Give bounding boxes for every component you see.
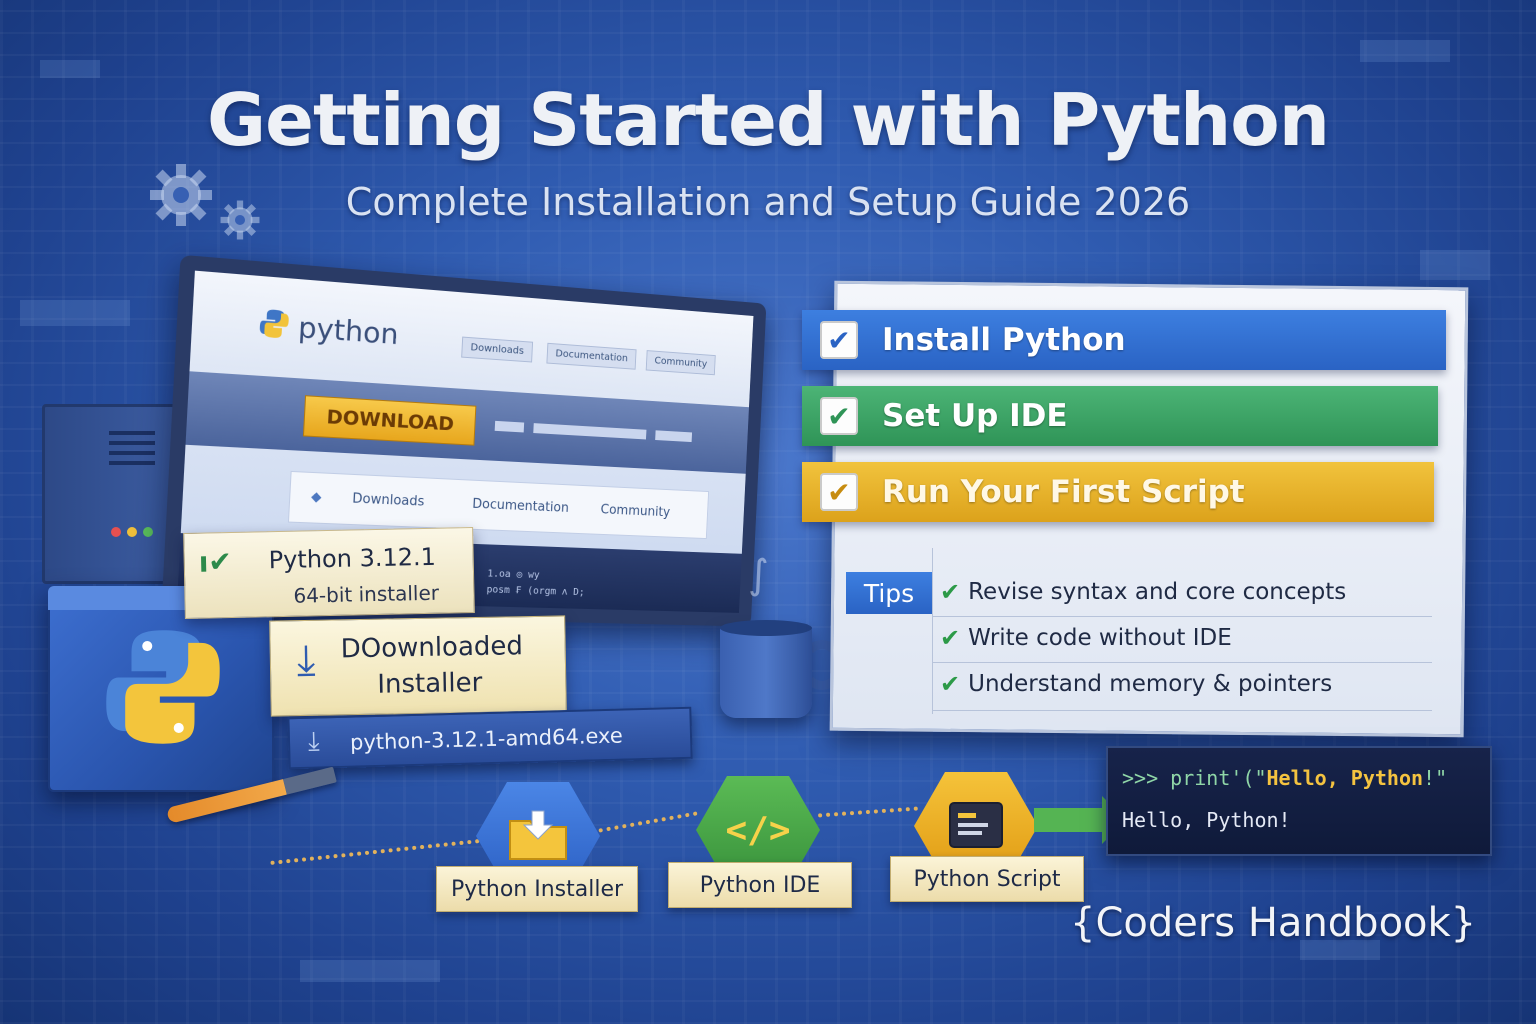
gear-icon	[146, 160, 216, 230]
downloaded-label-line2: Installer	[377, 668, 482, 700]
tips-divider	[932, 662, 1432, 663]
task-run-first-script[interactable]: ✔ Run Your First Script	[802, 462, 1434, 522]
vent-slot	[109, 451, 155, 455]
downloaded-installer-card: ⤓ DOownloaded Installer	[269, 615, 567, 716]
check-icon: ✔	[940, 578, 960, 606]
task-label: Set Up IDE	[882, 398, 1068, 434]
subnav-downloads-link[interactable]: Downloads	[352, 491, 425, 509]
bg-pixel-block	[40, 60, 100, 78]
tips-divider	[932, 616, 1432, 617]
task-label: Install Python	[882, 322, 1126, 358]
bg-pixel-block	[1420, 250, 1490, 280]
installer-version: Python 3.12.1	[268, 543, 436, 574]
script-window-icon	[944, 799, 1008, 853]
installer-file-bar[interactable]: ⤓ python-3.12.1-amd64.exe	[287, 707, 692, 770]
installer-version-card: ı✔ Python 3.12.1 64-bit installer	[183, 527, 475, 619]
terminal-string: Hello, Python	[1267, 766, 1424, 790]
subnav-community-link[interactable]: Community	[600, 503, 670, 521]
subnav-documentation-link[interactable]: Documentation	[472, 497, 569, 516]
tip-item: ✔ Revise syntax and core concepts	[940, 578, 1346, 606]
status-led	[111, 527, 121, 537]
status-led	[143, 527, 153, 537]
bg-pixel-block	[1360, 40, 1450, 62]
check-icon: ✔	[940, 624, 960, 652]
python-wordmark: python	[297, 310, 399, 351]
placeholder-bar	[655, 430, 692, 442]
task-set-up-ide[interactable]: ✔ Set Up IDE	[802, 386, 1438, 446]
tip-text: Write code without IDE	[968, 625, 1232, 651]
terminal-prompt-end: !"	[1423, 766, 1447, 790]
bg-pixel-block	[300, 960, 440, 982]
mug-rim	[720, 620, 812, 636]
checkbox-checked-icon[interactable]: ✔	[820, 321, 858, 359]
folder-download-icon	[506, 809, 570, 863]
installer-file-name: python-3.12.1-amd64.exe	[350, 724, 623, 755]
vent-slot	[109, 431, 155, 435]
checkbox-checked-icon[interactable]: ✔	[820, 397, 858, 435]
page-title: Getting Started with Python	[0, 78, 1536, 162]
tips-divider	[932, 710, 1432, 711]
screen-scribble: 1.oa ◎ wy	[487, 568, 540, 581]
tips-label: Tips	[846, 572, 932, 614]
download-arrow-icon: ⤓	[296, 635, 315, 685]
python-logo-icon	[258, 307, 291, 340]
workflow-label-installer: Python Installer	[436, 866, 638, 912]
task-label: Run Your First Script	[882, 474, 1245, 510]
terminal-window[interactable]: >>> print'("Hello, Python!" Hello, Pytho…	[1106, 746, 1492, 856]
arrow-right-icon	[1034, 808, 1104, 832]
workflow-label-script: Python Script	[890, 856, 1084, 902]
tip-item: ✔ Write code without IDE	[940, 624, 1232, 652]
code-tag-icon: </>	[725, 810, 790, 851]
terminal-output-line: Hello, Python!	[1122, 808, 1291, 832]
downloaded-label-line1: DOownloaded	[340, 631, 523, 664]
download-arrow-icon: ⤓	[308, 726, 320, 757]
gear-icon	[218, 198, 262, 242]
terminal-input-line: >>> print'("Hello, Python!"	[1122, 766, 1447, 790]
check-icon: ı✔	[198, 545, 232, 579]
tips-divider	[932, 548, 933, 714]
placeholder-bar	[495, 421, 525, 433]
vent-slot	[109, 441, 155, 445]
workflow-label-ide: Python IDE	[668, 862, 852, 908]
check-icon: ✔	[940, 670, 960, 698]
python-logo-icon	[100, 624, 226, 750]
tip-text: Revise syntax and core concepts	[968, 579, 1346, 605]
screen-scribble: posm ₣ (orgm ʌ D;	[486, 584, 585, 598]
checkbox-checked-icon[interactable]: ✔	[820, 473, 858, 511]
vent-slot	[109, 461, 155, 465]
installer-architecture: 64-bit installer	[293, 581, 439, 608]
status-led	[127, 527, 137, 537]
tip-text: Understand memory & pointers	[968, 671, 1332, 697]
steam-icon: ∫	[748, 552, 769, 598]
coffee-mug-icon	[720, 626, 812, 718]
python-logo-icon: ◆	[311, 489, 322, 505]
tip-item: ✔ Understand memory & pointers	[940, 670, 1332, 698]
task-install-python[interactable]: ✔ Install Python	[802, 310, 1446, 370]
terminal-prompt: >>> print'("	[1122, 766, 1267, 790]
bg-pixel-block	[20, 300, 130, 326]
brand-logo: {Coders Handbook}	[1070, 900, 1476, 946]
